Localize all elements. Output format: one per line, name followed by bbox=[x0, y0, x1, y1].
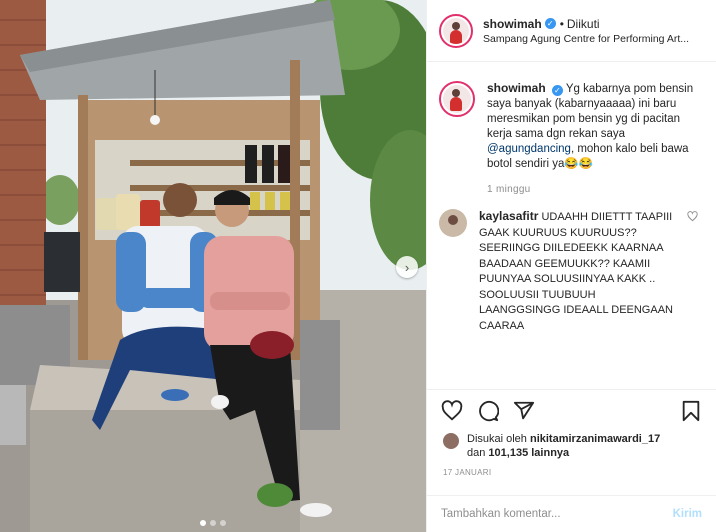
caption-time[interactable]: 1 minggu bbox=[487, 182, 699, 197]
likes-suffix[interactable]: lainnya bbox=[531, 447, 569, 459]
comment-input[interactable] bbox=[441, 508, 665, 520]
carousel-dot bbox=[200, 520, 206, 526]
carousel-dot bbox=[220, 520, 226, 526]
post-comment-button[interactable]: Kirim bbox=[673, 508, 702, 520]
likes-text: Disukai oleh nikitamirzanimawardi_17 dan… bbox=[467, 432, 660, 460]
carousel-dot bbox=[210, 520, 216, 526]
author-username[interactable]: showimah bbox=[483, 17, 542, 31]
comment-body: kaylasafitr UDAAHH DIIETTT TAAPIII GAAK … bbox=[479, 209, 679, 334]
caption-username[interactable]: showimah bbox=[487, 81, 546, 95]
verified-badge-icon: ✓ bbox=[551, 85, 563, 96]
post-date[interactable]: 17 JANUARI bbox=[427, 460, 716, 477]
action-icons bbox=[427, 390, 716, 432]
comments-area[interactable]: showimah ✓ Yg kabarnya pom bensin saya b… bbox=[427, 63, 716, 389]
post-header: showimah ✓ • Diikuti Sampang Agung Centr… bbox=[427, 0, 716, 62]
header-info: showimah ✓ • Diikuti Sampang Agung Centr… bbox=[483, 17, 689, 45]
heart-icon[interactable] bbox=[441, 400, 463, 422]
chevron-right-icon[interactable]: › bbox=[396, 256, 418, 278]
post-actions: Disukai oleh nikitamirzanimawardi_17 dan… bbox=[427, 389, 716, 477]
carousel-dots bbox=[0, 520, 426, 526]
follow-separator: • bbox=[559, 16, 564, 31]
share-icon[interactable] bbox=[513, 400, 535, 422]
caption-mention[interactable]: @agungdancing bbox=[487, 143, 571, 155]
avatar-image bbox=[443, 17, 469, 44]
liker-avatar[interactable] bbox=[443, 433, 459, 449]
bookmark-icon[interactable] bbox=[680, 400, 702, 422]
commenter-username[interactable]: kaylasafitr bbox=[479, 209, 538, 223]
commenter-avatar[interactable] bbox=[439, 209, 467, 237]
caption-avatar[interactable] bbox=[439, 81, 475, 117]
comment-item: kaylasafitr UDAAHH DIIETTT TAAPIII GAAK … bbox=[439, 209, 704, 334]
follow-status-button[interactable]: Diikuti bbox=[567, 17, 600, 31]
verified-badge-icon: ✓ bbox=[544, 18, 556, 29]
avatar-image bbox=[443, 85, 471, 113]
likes-middle: dan bbox=[467, 447, 486, 459]
post-photo[interactable]: › bbox=[0, 0, 426, 532]
liker-username[interactable]: nikitamirzanimawardi_17 bbox=[530, 433, 660, 445]
location-link[interactable]: Sampang Agung Centre for Performing Art.… bbox=[483, 33, 689, 45]
comment-heart-icon[interactable] bbox=[687, 211, 698, 334]
comment-icon[interactable] bbox=[477, 400, 499, 422]
comment-text: UDAAHH DIIETTT TAAPIII GAAK KUURUUS KUUR… bbox=[479, 211, 673, 332]
caption-text: showimah ✓ Yg kabarnya pom bensin saya b… bbox=[487, 81, 699, 197]
post-sidebar: showimah ✓ • Diikuti Sampang Agung Centr… bbox=[426, 0, 716, 532]
photo-image bbox=[0, 0, 426, 532]
likes-prefix: Disukai oleh bbox=[467, 433, 527, 445]
caption: showimah ✓ Yg kabarnya pom bensin saya b… bbox=[439, 81, 704, 197]
add-comment-bar: Kirim bbox=[427, 495, 716, 532]
likes-summary: Disukai oleh nikitamirzanimawardi_17 dan… bbox=[427, 432, 716, 460]
author-avatar[interactable] bbox=[439, 13, 473, 48]
likes-count[interactable]: 101,135 bbox=[488, 447, 528, 459]
header-row: showimah ✓ • Diikuti bbox=[483, 17, 689, 31]
